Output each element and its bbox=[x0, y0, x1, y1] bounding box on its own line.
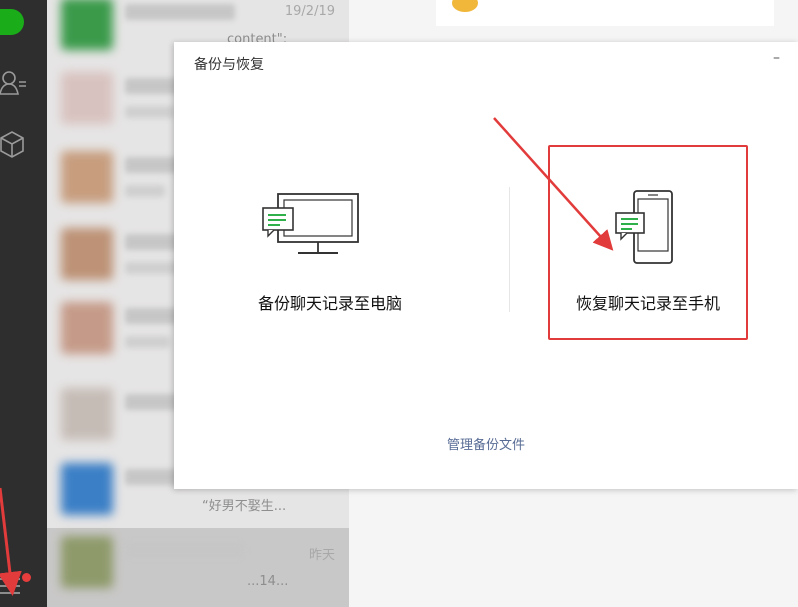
arrow-to-menu-icon bbox=[0, 487, 22, 596]
arrow-to-restore-option bbox=[493, 117, 614, 251]
annotation-arrows bbox=[0, 117, 614, 596]
